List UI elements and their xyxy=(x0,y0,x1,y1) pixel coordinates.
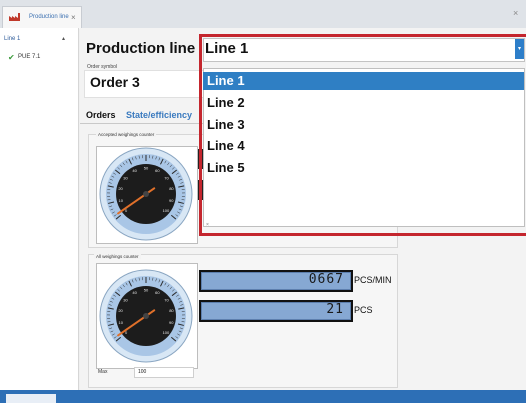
gauge-tick-label: 30 xyxy=(123,175,128,180)
tab-orders[interactable]: Orders xyxy=(86,110,116,120)
gauge-tick-label: 90 xyxy=(169,198,174,203)
all-weighings-gauge: 0102030405060708090100 xyxy=(99,269,193,363)
tab-close-icon[interactable]: × xyxy=(71,13,76,22)
factory-icon xyxy=(9,13,20,21)
gauge-tick-label: 20 xyxy=(118,186,123,191)
highlight-frame xyxy=(199,34,526,236)
accepted-weighings-title: Accepted weighings counter xyxy=(96,132,157,137)
accepted-gauge: 0102030405060708090100 xyxy=(99,147,193,241)
gauge-tick-label: 20 xyxy=(118,308,123,313)
gauge-tick-label: 50 xyxy=(144,166,149,171)
max-label: Max xyxy=(98,369,108,375)
gauge-tick-label: 60 xyxy=(155,290,160,295)
tab-state-efficiency[interactable]: State/efficiency xyxy=(126,110,192,120)
gauge-tick-label: 100 xyxy=(163,208,170,213)
gauge-tick-label: 40 xyxy=(132,168,137,173)
gauge-tick-label: 30 xyxy=(123,297,128,302)
gauge-tick-label: 70 xyxy=(164,175,169,180)
count-unit: PCS xyxy=(354,305,373,315)
rate-unit: PCS/MIN xyxy=(354,275,392,285)
tree-item-pue[interactable]: ✔ PUE 7.1 xyxy=(8,53,41,62)
status-bar xyxy=(0,390,526,403)
gauge-tick-label: 100 xyxy=(163,330,170,335)
tree-item-line[interactable]: Line 1 xyxy=(4,36,20,42)
gauge-tick-label: 80 xyxy=(169,308,174,313)
gauge-hub xyxy=(143,313,149,319)
gauge-tick-label: 70 xyxy=(164,297,169,302)
status-bar-item[interactable] xyxy=(6,394,56,403)
gauge-tick-label: 10 xyxy=(119,198,124,203)
check-icon: ✔ xyxy=(8,53,15,62)
tab-production-line[interactable]: Production line × xyxy=(2,6,82,29)
tree-item-pue-label: PUE 7.1 xyxy=(18,54,41,60)
rate-value: 0667 xyxy=(308,272,344,287)
gauge-tick-label: 80 xyxy=(169,186,174,191)
window-close-icon[interactable]: × xyxy=(513,8,518,18)
gauge-tick-label: 50 xyxy=(144,288,149,293)
gauge-hub xyxy=(143,191,149,197)
navigation-panel xyxy=(0,28,79,390)
max-input[interactable]: 100 xyxy=(134,367,194,378)
gauge-tick-label: 10 xyxy=(119,320,124,325)
gauge-tick-label: 40 xyxy=(132,290,137,295)
collapse-caret-icon[interactable]: ▴ xyxy=(62,35,65,42)
tab-label: Production line xyxy=(29,14,69,20)
tab-divider xyxy=(80,123,210,124)
gauge-tick-label: 60 xyxy=(155,168,160,173)
max-value: 100 xyxy=(138,369,147,375)
order-symbol-value: Order 3 xyxy=(90,74,140,90)
production-line-label: Production line xyxy=(86,40,196,57)
gauge-tick-label: 90 xyxy=(169,320,174,325)
all-weighings-title: All weighings counter xyxy=(94,254,141,259)
count-value: 21 xyxy=(326,302,344,317)
